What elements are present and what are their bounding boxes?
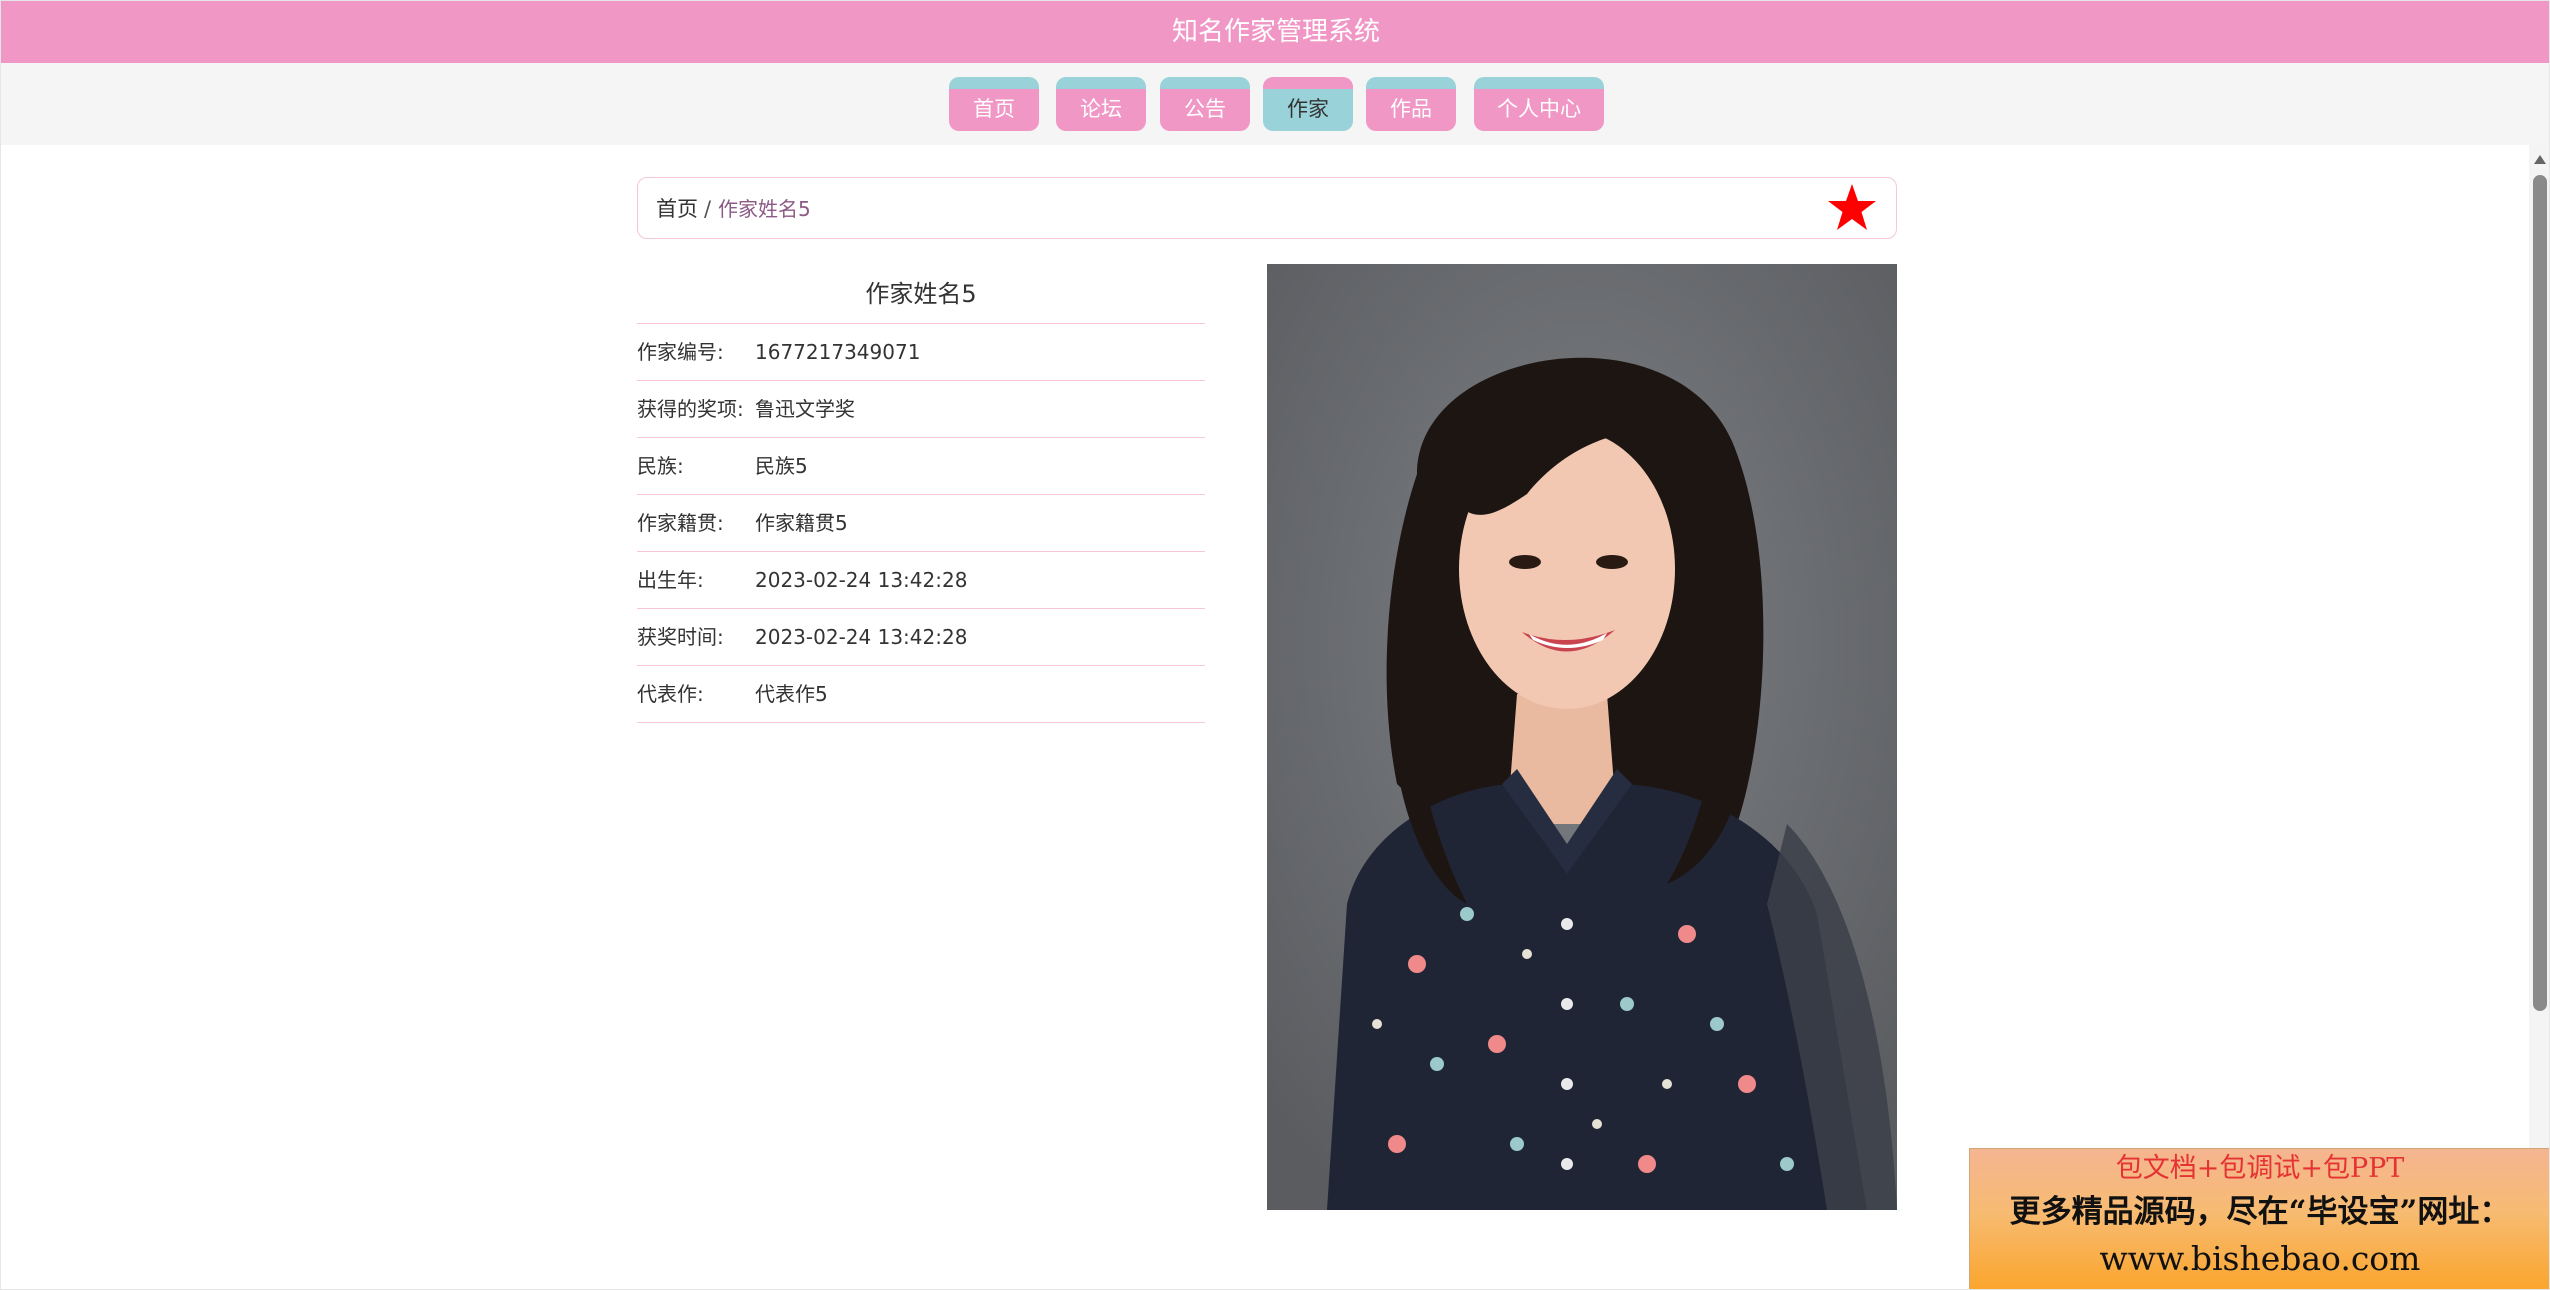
promo-line-1: 包文档+包调试+包PPT <box>2115 1153 2405 1184</box>
detail-row-award: 获得的奖项: 鲁迅文学奖 <box>637 381 1205 438</box>
detail-value: 作家籍贯5 <box>755 511 848 535</box>
detail-label: 获奖时间: <box>637 625 724 649</box>
breadcrumb-separator: / <box>704 197 712 221</box>
detail-value: 鲁迅文学奖 <box>755 397 855 421</box>
promo-line-2: 更多精品源码，尽在“毕设宝”网址： <box>2009 1194 2511 1230</box>
detail-value: 民族5 <box>755 454 808 478</box>
nav-item-notice[interactable]: 公告 <box>1160 77 1250 131</box>
nav-item-forum[interactable]: 论坛 <box>1056 77 1146 131</box>
detail-value: 2023-02-24 13:42:28 <box>755 625 968 649</box>
main-nav: 首页 论坛 公告 作家 作品 个人中心 <box>1 63 2549 145</box>
writer-name-title: 作家姓名5 <box>637 263 1205 324</box>
breadcrumb-current: 作家姓名5 <box>718 197 811 221</box>
scroll-up-arrow-icon[interactable] <box>2529 153 2550 167</box>
detail-row-ethnicity: 民族: 民族5 <box>637 438 1205 495</box>
detail-label: 代表作: <box>637 682 704 706</box>
promo-url[interactable]: www.bishebao.com <box>1970 1237 2549 1281</box>
detail-row-birth-year: 出生年: 2023-02-24 13:42:28 <box>637 552 1205 609</box>
site-title: 知名作家管理系统 <box>1 1 2549 63</box>
detail-label: 出生年: <box>637 568 704 592</box>
detail-row-id: 作家编号: 1677217349071 <box>637 324 1205 381</box>
breadcrumb-home-link[interactable]: 首页 <box>656 178 698 240</box>
detail-row-hometown: 作家籍贯: 作家籍贯5 <box>637 495 1205 552</box>
promo-banner[interactable]: 包文档+包调试+包PPT 更多精品源码，尽在“毕设宝”网址： www.bishe… <box>1969 1148 2549 1289</box>
nav-item-writers[interactable]: 作家 <box>1263 77 1353 131</box>
detail-label: 民族: <box>637 454 684 478</box>
favorite-star-icon[interactable] <box>1826 182 1878 234</box>
detail-label: 作家编号: <box>637 340 724 364</box>
detail-value: 2023-02-24 13:42:28 <box>755 568 968 592</box>
detail-value: 1677217349071 <box>755 340 921 364</box>
writer-detail: 作家姓名5 作家编号: 1677217349071 获得的奖项: 鲁迅文学奖 民… <box>637 263 1205 723</box>
writer-photo <box>1267 264 1897 1210</box>
browser-viewport: 知名作家管理系统 首页 论坛 公告 作家 作品 个人中心 首页 / 作家姓名5 … <box>0 0 2550 1290</box>
nav-item-works[interactable]: 作品 <box>1366 77 1456 131</box>
nav-item-profile[interactable]: 个人中心 <box>1474 77 1604 131</box>
breadcrumb: 首页 / 作家姓名5 <box>637 177 1897 239</box>
detail-row-award-time: 获奖时间: 2023-02-24 13:42:28 <box>637 609 1205 666</box>
nav-item-home[interactable]: 首页 <box>949 77 1039 131</box>
detail-label: 作家籍贯: <box>637 511 724 535</box>
detail-label: 获得的奖项: <box>637 397 744 421</box>
scrollbar-thumb[interactable] <box>2533 175 2547 1011</box>
detail-row-masterpiece: 代表作: 代表作5 <box>637 666 1205 723</box>
vertical-scrollbar[interactable] <box>2529 145 2550 1289</box>
detail-value: 代表作5 <box>755 682 828 706</box>
